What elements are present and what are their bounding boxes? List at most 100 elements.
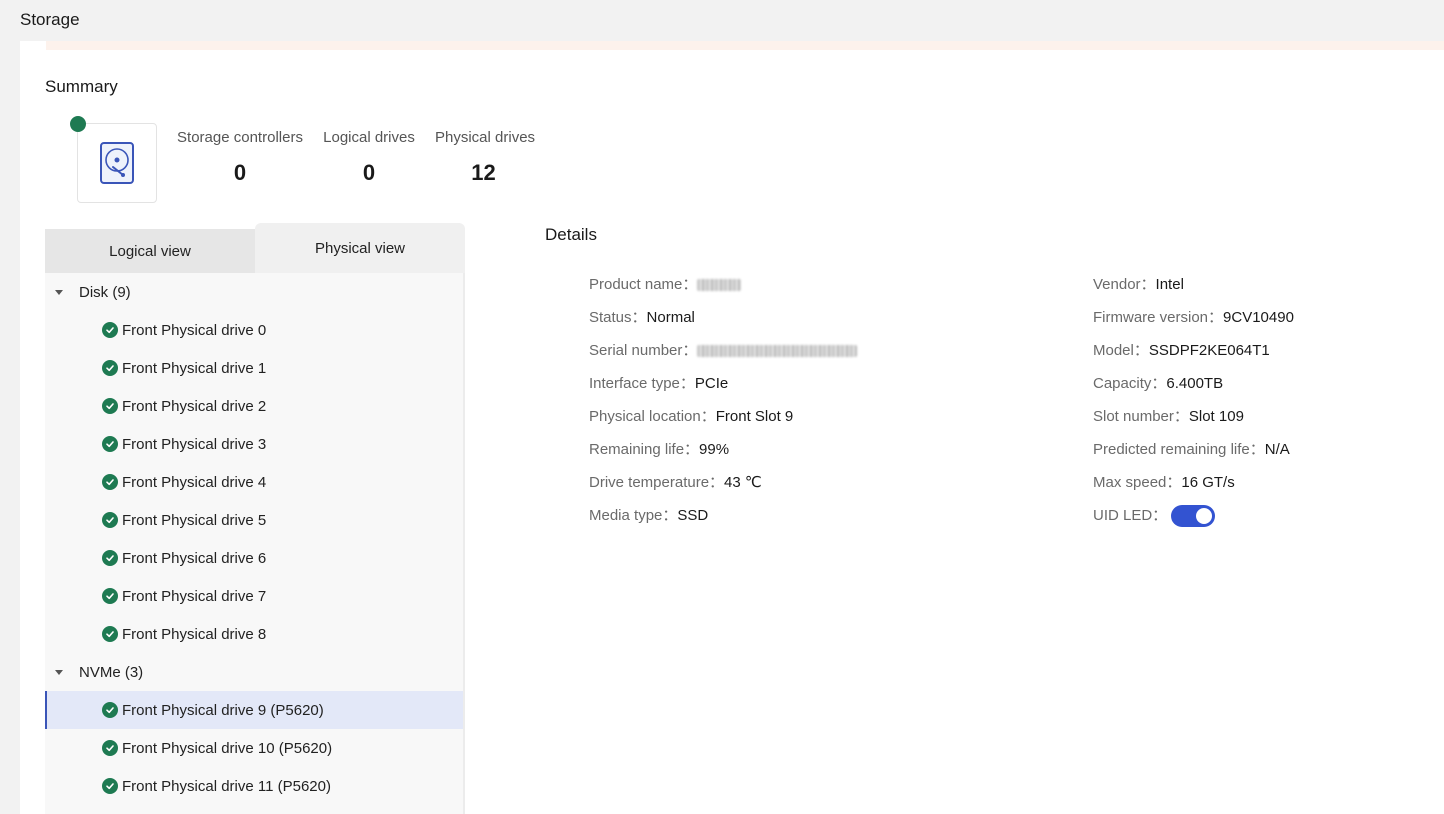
tree-item-label: Front Physical drive 8	[122, 625, 267, 643]
detail-field: Interface type：PCIe	[589, 372, 728, 393]
tree-item-label: Front Physical drive 1	[122, 359, 267, 377]
detail-value: 16 GT/s	[1181, 474, 1235, 491]
tree-item-drive[interactable]: Front Physical drive 7	[45, 577, 463, 615]
stat-label: Physical drives	[435, 129, 536, 146]
storage-summary-card	[77, 123, 157, 203]
tab-physical-view[interactable]: Physical view	[255, 223, 465, 273]
detail-label: Drive temperature：	[589, 474, 725, 491]
tree-item-drive[interactable]: Front Physical drive 4	[45, 463, 463, 501]
status-indicator-dot	[70, 116, 86, 132]
tree-item-label: Front Physical drive 0	[122, 321, 267, 339]
check-circle-icon	[102, 740, 118, 756]
tree-item-drive[interactable]: Front Physical drive 8	[45, 615, 463, 653]
tree-group-label: Disk (9)	[79, 283, 131, 301]
detail-field: Firmware version：9CV10490	[1093, 306, 1294, 327]
tree-item-drive[interactable]: Front Physical drive 1	[45, 349, 463, 387]
tree-item-drive[interactable]: Front Physical drive 11 (P5620)	[45, 767, 463, 805]
tree-item-label: Front Physical drive 4	[122, 473, 267, 491]
page-title: Storage	[20, 10, 80, 29]
caret-down-icon	[55, 669, 63, 675]
tree-item-label: Front Physical drive 3	[122, 435, 267, 453]
stat-physical-drives: Physical drives 12	[435, 129, 536, 186]
stat-value: 12	[471, 160, 496, 185]
detail-label: Status：	[589, 309, 647, 326]
detail-field: UID LED：	[1093, 504, 1216, 528]
detail-field: Drive temperature：43 ℃	[589, 471, 762, 492]
detail-label: Capacity：	[1093, 375, 1167, 392]
tree-item-drive[interactable]: Front Physical drive 0	[45, 311, 463, 349]
detail-value: Normal	[646, 309, 695, 326]
detail-field: Max speed：16 GT/s	[1093, 471, 1235, 492]
detail-field: Status：Normal	[589, 306, 695, 327]
tree-group-label: NVMe (3)	[79, 663, 144, 681]
tree-item-drive[interactable]: Front Physical drive 10 (P5620)	[45, 729, 463, 767]
detail-label: Physical location：	[589, 408, 716, 425]
stat-storage-controllers: Storage controllers 0	[177, 129, 303, 186]
detail-label: Max speed：	[1093, 474, 1182, 491]
detail-label: Vendor：	[1093, 276, 1156, 293]
details-title: Details	[545, 225, 597, 244]
tree-item-drive[interactable]: Front Physical drive 6	[45, 539, 463, 577]
redacted-value	[697, 345, 858, 358]
tree-item-label: Front Physical drive 6	[122, 549, 267, 567]
tree-item-label: Front Physical drive 9 (P5620)	[122, 701, 324, 719]
alert-strip	[46, 41, 1444, 50]
check-circle-icon	[102, 512, 118, 528]
tree-item-drive[interactable]: Front Physical drive 3	[45, 425, 463, 463]
redacted-value	[697, 279, 742, 292]
detail-field: Physical location：Front Slot 9	[589, 405, 793, 426]
tree-item-label: Front Physical drive 7	[122, 587, 267, 605]
detail-label: Predicted remaining life：	[1093, 441, 1265, 458]
detail-label: Slot number：	[1093, 408, 1189, 425]
detail-value: Front Slot 9	[715, 408, 794, 425]
check-circle-icon	[102, 588, 118, 604]
toggle-knob	[1196, 508, 1213, 525]
stat-label: Logical drives	[323, 129, 415, 146]
check-circle-icon	[102, 550, 118, 566]
detail-label: Serial number：	[589, 342, 698, 359]
check-circle-icon	[102, 474, 118, 490]
detail-field: Vendor：Intel	[1093, 273, 1184, 294]
detail-value: Slot 109	[1188, 408, 1244, 425]
detail-field: Serial number：	[589, 339, 858, 360]
tree-group-disk[interactable]: Disk (9)	[45, 273, 463, 311]
detail-label: Model：	[1093, 342, 1149, 359]
detail-label: Interface type：	[589, 375, 695, 392]
detail-label: UID LED：	[1093, 507, 1168, 524]
detail-value: 43 ℃	[724, 474, 762, 491]
tree-item-drive[interactable]: Front Physical drive 5	[45, 501, 463, 539]
stat-label: Storage controllers	[177, 129, 303, 146]
tree-group-nvme[interactable]: NVMe (3)	[45, 653, 463, 691]
tree-item-label: Front Physical drive 11 (P5620)	[122, 777, 331, 795]
check-circle-icon	[102, 778, 118, 794]
uid-led-toggle[interactable]	[1171, 505, 1216, 528]
stat-value: 0	[362, 160, 376, 185]
detail-field: Model：SSDPF2KE064T1	[1093, 339, 1270, 360]
storage-content: Summary Storage controllers 0 Logical dr…	[20, 41, 1444, 814]
tree-item-drive[interactable]: Front Physical drive 9 (P5620)	[45, 691, 463, 729]
detail-field: Remaining life：99%	[589, 438, 729, 459]
hard-drive-icon	[100, 142, 134, 184]
caret-down-icon	[55, 289, 63, 295]
detail-value: Intel	[1155, 276, 1184, 293]
detail-field: Media type：SSD	[589, 504, 708, 525]
detail-value: N/A	[1264, 441, 1290, 458]
detail-value: 99%	[699, 441, 730, 458]
check-circle-icon	[102, 398, 118, 414]
check-circle-icon	[102, 322, 118, 338]
detail-value: 6.400TB	[1166, 375, 1224, 392]
tab-logical-view[interactable]: Logical view	[45, 229, 255, 273]
detail-field: Predicted remaining life：N/A	[1093, 438, 1290, 459]
detail-value: 9CV10490	[1223, 309, 1294, 326]
check-circle-icon	[102, 702, 118, 718]
detail-field: Capacity：6.400TB	[1093, 372, 1223, 393]
check-circle-icon	[102, 436, 118, 452]
detail-field: Slot number：Slot 109	[1093, 405, 1244, 426]
view-tabs: Logical view Physical view	[45, 223, 465, 273]
stat-value: 0	[233, 160, 247, 185]
detail-value: SSDPF2KE064T1	[1148, 342, 1270, 359]
detail-label: Firmware version：	[1093, 309, 1224, 326]
tree-item-label: Front Physical drive 2	[122, 397, 267, 415]
detail-label: Media type：	[589, 507, 678, 524]
tree-item-drive[interactable]: Front Physical drive 2	[45, 387, 463, 425]
